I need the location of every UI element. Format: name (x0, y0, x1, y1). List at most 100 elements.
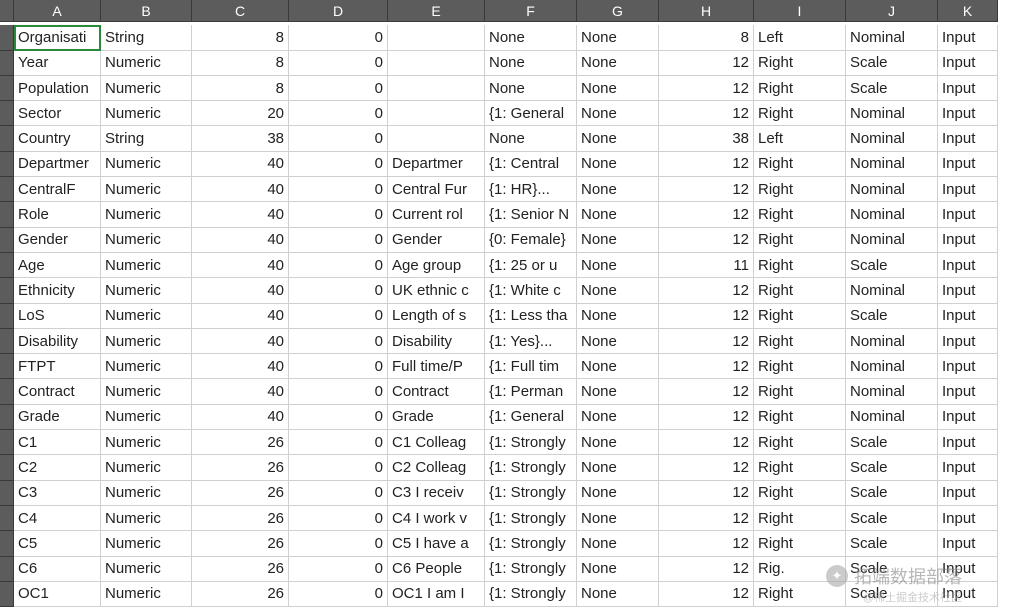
cell-H-13[interactable]: 12 (659, 329, 754, 354)
cell-I-23[interactable]: Right (754, 582, 846, 607)
cell-A-9[interactable]: Gender (14, 228, 101, 253)
cell-A-8[interactable]: Role (14, 202, 101, 227)
cell-K-6[interactable]: Input (938, 152, 998, 177)
cell-A-18[interactable]: C2 (14, 455, 101, 480)
cell-H-5[interactable]: 38 (659, 126, 754, 151)
row-header[interactable] (0, 126, 14, 151)
cell-G-15[interactable]: None (577, 379, 659, 404)
corner-cell[interactable] (0, 0, 14, 22)
cell-K-15[interactable]: Input (938, 379, 998, 404)
cell-B-18[interactable]: Numeric (101, 455, 192, 480)
cell-I-22[interactable]: Rig. (754, 557, 846, 582)
cell-I-9[interactable]: Right (754, 228, 846, 253)
cell-I-13[interactable]: Right (754, 329, 846, 354)
row-header[interactable] (0, 455, 14, 480)
cell-F-20[interactable]: {1: Strongly (485, 506, 577, 531)
cell-G-6[interactable]: None (577, 152, 659, 177)
cell-A-11[interactable]: Ethnicity (14, 278, 101, 303)
cell-G-8[interactable]: None (577, 202, 659, 227)
cell-B-13[interactable]: Numeric (101, 329, 192, 354)
cell-C-2[interactable]: 8 (192, 51, 289, 76)
cell-H-14[interactable]: 12 (659, 354, 754, 379)
cell-D-2[interactable]: 0 (289, 51, 388, 76)
cell-E-3[interactable] (388, 76, 485, 101)
cell-A-12[interactable]: LoS (14, 304, 101, 329)
cell-I-11[interactable]: Right (754, 278, 846, 303)
cell-I-14[interactable]: Right (754, 354, 846, 379)
row-header[interactable] (0, 177, 14, 202)
cell-K-13[interactable]: Input (938, 329, 998, 354)
cell-F-5[interactable]: None (485, 126, 577, 151)
cell-I-16[interactable]: Right (754, 405, 846, 430)
cell-H-12[interactable]: 12 (659, 304, 754, 329)
cell-B-19[interactable]: Numeric (101, 481, 192, 506)
cell-I-8[interactable]: Right (754, 202, 846, 227)
cell-B-22[interactable]: Numeric (101, 557, 192, 582)
cell-K-16[interactable]: Input (938, 405, 998, 430)
cell-I-15[interactable]: Right (754, 379, 846, 404)
cell-E-11[interactable]: UK ethnic c (388, 278, 485, 303)
cell-J-15[interactable]: Nominal (846, 379, 938, 404)
cell-A-1[interactable]: Organisati (14, 25, 101, 50)
cell-E-1[interactable] (388, 25, 485, 50)
cell-A-7[interactable]: CentralF (14, 177, 101, 202)
cell-A-13[interactable]: Disability (14, 329, 101, 354)
row-header[interactable] (0, 481, 14, 506)
cell-A-15[interactable]: Contract (14, 379, 101, 404)
cell-J-6[interactable]: Nominal (846, 152, 938, 177)
cell-G-2[interactable]: None (577, 51, 659, 76)
cell-H-22[interactable]: 12 (659, 557, 754, 582)
cell-A-23[interactable]: OC1 (14, 582, 101, 607)
cell-H-4[interactable]: 12 (659, 101, 754, 126)
cell-G-17[interactable]: None (577, 430, 659, 455)
cell-F-21[interactable]: {1: Strongly (485, 531, 577, 556)
cell-A-10[interactable]: Age (14, 253, 101, 278)
column-header-H[interactable]: H (659, 0, 754, 22)
cell-B-2[interactable]: Numeric (101, 51, 192, 76)
cell-E-4[interactable] (388, 101, 485, 126)
cell-E-20[interactable]: C4 I work v (388, 506, 485, 531)
cell-H-19[interactable]: 12 (659, 481, 754, 506)
cell-D-1[interactable]: 0 (289, 25, 388, 50)
cell-J-14[interactable]: Nominal (846, 354, 938, 379)
cell-B-16[interactable]: Numeric (101, 405, 192, 430)
cell-G-16[interactable]: None (577, 405, 659, 430)
cell-J-2[interactable]: Scale (846, 51, 938, 76)
cell-E-12[interactable]: Length of s (388, 304, 485, 329)
cell-J-16[interactable]: Nominal (846, 405, 938, 430)
cell-F-18[interactable]: {1: Strongly (485, 455, 577, 480)
cell-B-20[interactable]: Numeric (101, 506, 192, 531)
cell-J-22[interactable]: Scale (846, 557, 938, 582)
cell-F-16[interactable]: {1: General (485, 405, 577, 430)
cell-D-16[interactable]: 0 (289, 405, 388, 430)
cell-D-21[interactable]: 0 (289, 531, 388, 556)
cell-C-5[interactable]: 38 (192, 126, 289, 151)
column-header-K[interactable]: K (938, 0, 998, 22)
cell-J-20[interactable]: Scale (846, 506, 938, 531)
row-header[interactable] (0, 76, 14, 101)
cell-K-1[interactable]: Input (938, 25, 998, 50)
cell-B-8[interactable]: Numeric (101, 202, 192, 227)
cell-H-18[interactable]: 12 (659, 455, 754, 480)
column-header-C[interactable]: C (192, 0, 289, 22)
cell-K-3[interactable]: Input (938, 76, 998, 101)
cell-K-22[interactable]: Input (938, 557, 998, 582)
cell-H-16[interactable]: 12 (659, 405, 754, 430)
cell-H-20[interactable]: 12 (659, 506, 754, 531)
cell-D-23[interactable]: 0 (289, 582, 388, 607)
cell-F-19[interactable]: {1: Strongly (485, 481, 577, 506)
cell-E-23[interactable]: OC1 I am I (388, 582, 485, 607)
cell-I-21[interactable]: Right (754, 531, 846, 556)
cell-C-23[interactable]: 26 (192, 582, 289, 607)
cell-G-9[interactable]: None (577, 228, 659, 253)
cell-C-18[interactable]: 26 (192, 455, 289, 480)
cell-G-23[interactable]: None (577, 582, 659, 607)
cell-H-6[interactable]: 12 (659, 152, 754, 177)
cell-E-10[interactable]: Age group (388, 253, 485, 278)
cell-D-3[interactable]: 0 (289, 76, 388, 101)
cell-B-9[interactable]: Numeric (101, 228, 192, 253)
column-header-I[interactable]: I (754, 0, 846, 22)
cell-E-15[interactable]: Contract (388, 379, 485, 404)
cell-K-11[interactable]: Input (938, 278, 998, 303)
cell-I-2[interactable]: Right (754, 51, 846, 76)
